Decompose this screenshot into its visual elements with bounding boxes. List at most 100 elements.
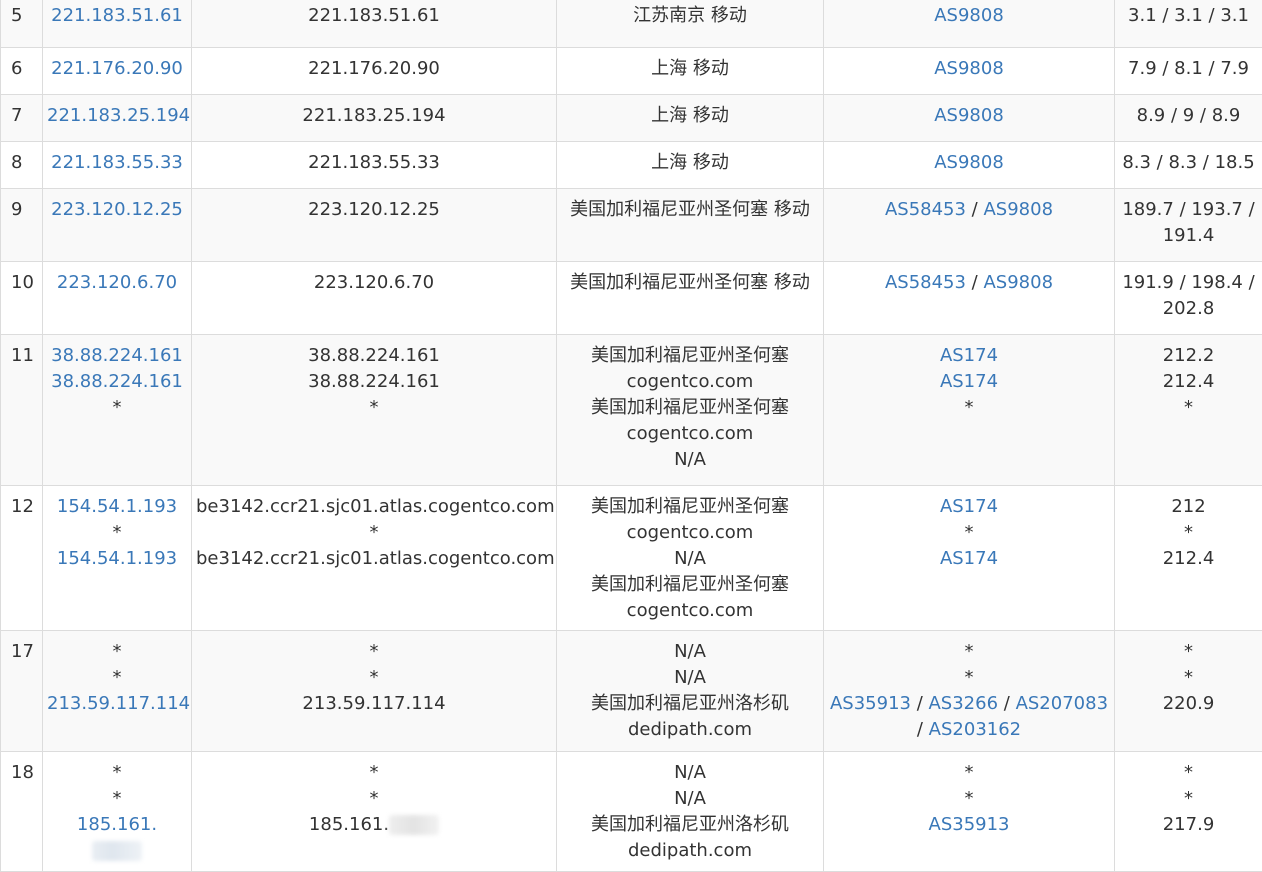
location-text: N/A [561,447,819,473]
ip-link[interactable]: 221.183.51.61 [47,3,187,29]
asn-line: AS174 [828,546,1110,572]
hop-row: 18**185.161.**185.161.N/AN/A美国加利福尼亚州洛杉矶d… [1,752,1262,872]
location-text: cogentco.com [561,520,819,546]
asn-link[interactable]: AS35913 [830,693,911,714]
asn-link[interactable]: AS9808 [934,152,1004,173]
asn-cell: AS174 AS174 * [824,335,1115,486]
asn-line: AS9808 [828,103,1110,129]
asn-cell: AS58453 / AS9808 [824,262,1115,335]
ip-cell: 223.120.6.70 [43,262,192,335]
ip-cell: 221.183.25.194 [43,95,192,142]
ip-link[interactable]: 154.54.1.193 [47,546,187,572]
hop-row: 6221.176.20.90221.176.20.90上海 移动AS98087.… [1,48,1262,95]
asn-line: * [828,520,1110,546]
asn-line: AS58453 / AS9808 [828,197,1110,223]
hostname-text: * [196,520,552,546]
location-text: 美国加利福尼亚州圣何塞 移动 [561,197,819,223]
ip-link[interactable]: 38.88.224.161 [47,369,187,395]
ip-cell: 221.183.51.61 [43,0,192,48]
ip-link[interactable]: 154.54.1.193 [47,494,187,520]
location-cell: 美国加利福尼亚州圣何塞cogentco.com美国加利福尼亚州圣何塞cogent… [557,335,824,486]
hostname-text: 223.120.6.70 [196,270,552,296]
ip-link[interactable]: 213.59.117.114 [47,691,187,717]
hop-row: 1138.88.224.16138.88.224.161*38.88.224.1… [1,335,1262,486]
asn-link[interactable]: AS174 [940,548,998,569]
asn-link[interactable]: AS58453 [885,272,966,293]
asn-separator: / [917,719,929,740]
latency-text: * [1119,786,1258,812]
hostname-text: be3142.ccr21.sjc01.atlas.cogentco.com [196,546,552,572]
location-text: 美国加利福尼亚州圣何塞 [561,572,819,598]
asn-line: AS9808 [828,3,1110,29]
location-cell: N/AN/A美国加利福尼亚州洛杉矶dedipath.com [557,752,824,872]
hop-number: 10 [1,262,43,335]
ip-link[interactable]: 223.120.6.70 [47,270,187,296]
location-text: cogentco.com [561,369,819,395]
asn-line: * [828,395,1110,421]
redacted-ip-mask [92,841,142,861]
ip-link[interactable]: 221.176.20.90 [47,56,187,82]
asn-link[interactable]: AS9808 [983,199,1053,220]
location-text: 上海 移动 [561,103,819,129]
location-text: 美国加利福尼亚州圣何塞 移动 [561,270,819,296]
asn-line: * [828,639,1110,665]
hostname-text: 213.59.117.114 [196,691,552,717]
ip-link[interactable]: 221.183.25.194 [47,103,187,129]
latency-text: * [1119,665,1258,691]
hop-number-text: 5 [11,5,22,26]
hostname-text: * [196,665,552,691]
location-text: dedipath.com [561,717,819,743]
asn-separator: / [966,272,984,293]
ip-link[interactable]: 223.120.12.25 [47,197,187,223]
hostname-text: 221.183.25.194 [196,103,552,129]
location-text: 美国加利福尼亚州圣何塞 [561,494,819,520]
asn-link[interactable]: AS35913 [929,814,1010,835]
asn-link[interactable]: AS9808 [934,105,1004,126]
latency-text: 3.1 / 3.1 / 3.1 [1119,3,1258,29]
asn-link[interactable]: AS9808 [983,272,1053,293]
hop-number: 12 [1,486,43,631]
hop-number: 11 [1,335,43,486]
asn-cell: AS174*AS174 [824,486,1115,631]
latency-text: * [1119,395,1258,421]
latency-text: 191.9 / 198.4 / [1119,270,1258,296]
latency-text: * [1119,639,1258,665]
hostname-text: * [196,760,552,786]
location-text: 美国加利福尼亚州圣何塞 [561,343,819,369]
location-cell: N/AN/A美国加利福尼亚州洛杉矶dedipath.com [557,631,824,752]
latency-cell: 191.9 / 198.4 /202.8 [1115,262,1262,335]
hostname-text: * [196,786,552,812]
asn-link[interactable]: AS58453 [885,199,966,220]
latency-cell: 3.1 / 3.1 / 3.1 [1115,0,1262,48]
latency-text: 202.8 [1119,296,1258,322]
hostname-cell: 221.183.51.61 [192,0,557,48]
asn-link[interactable]: AS9808 [934,58,1004,79]
latency-text: * [1119,520,1258,546]
asn-link[interactable]: AS207083 [1016,693,1108,714]
hop-number-text: 17 [11,641,34,662]
ip-link[interactable]: 38.88.224.161 [47,343,187,369]
latency-cell: 212*212.4 [1115,486,1262,631]
location-text: cogentco.com [561,421,819,447]
ip-cell: 38.88.224.16138.88.224.161* [43,335,192,486]
location-text: N/A [561,786,819,812]
location-text: dedipath.com [561,838,819,864]
location-cell: 上海 移动 [557,142,824,189]
asn-line: AS174 [828,494,1110,520]
asn-link[interactable]: AS174 [940,345,998,366]
hop-number: 5 [1,0,43,48]
ip-link[interactable]: 185.161. [47,812,187,838]
location-cell: 上海 移动 [557,48,824,95]
asn-link[interactable]: AS9808 [934,5,1004,26]
asn-link[interactable]: AS174 [940,496,998,517]
hop-number-text: 18 [11,762,34,783]
asn-line: * [828,786,1110,812]
ip-link[interactable]: 221.183.55.33 [47,150,187,176]
asn-link[interactable]: AS3266 [928,693,998,714]
asn-link[interactable]: AS203162 [929,719,1021,740]
latency-cell: **217.9 [1115,752,1262,872]
hop-number-text: 6 [11,58,22,79]
asn-link[interactable]: AS174 [940,371,998,392]
hostname-text: 185.161. [309,814,389,835]
latency-text: 212.4 [1119,369,1258,395]
